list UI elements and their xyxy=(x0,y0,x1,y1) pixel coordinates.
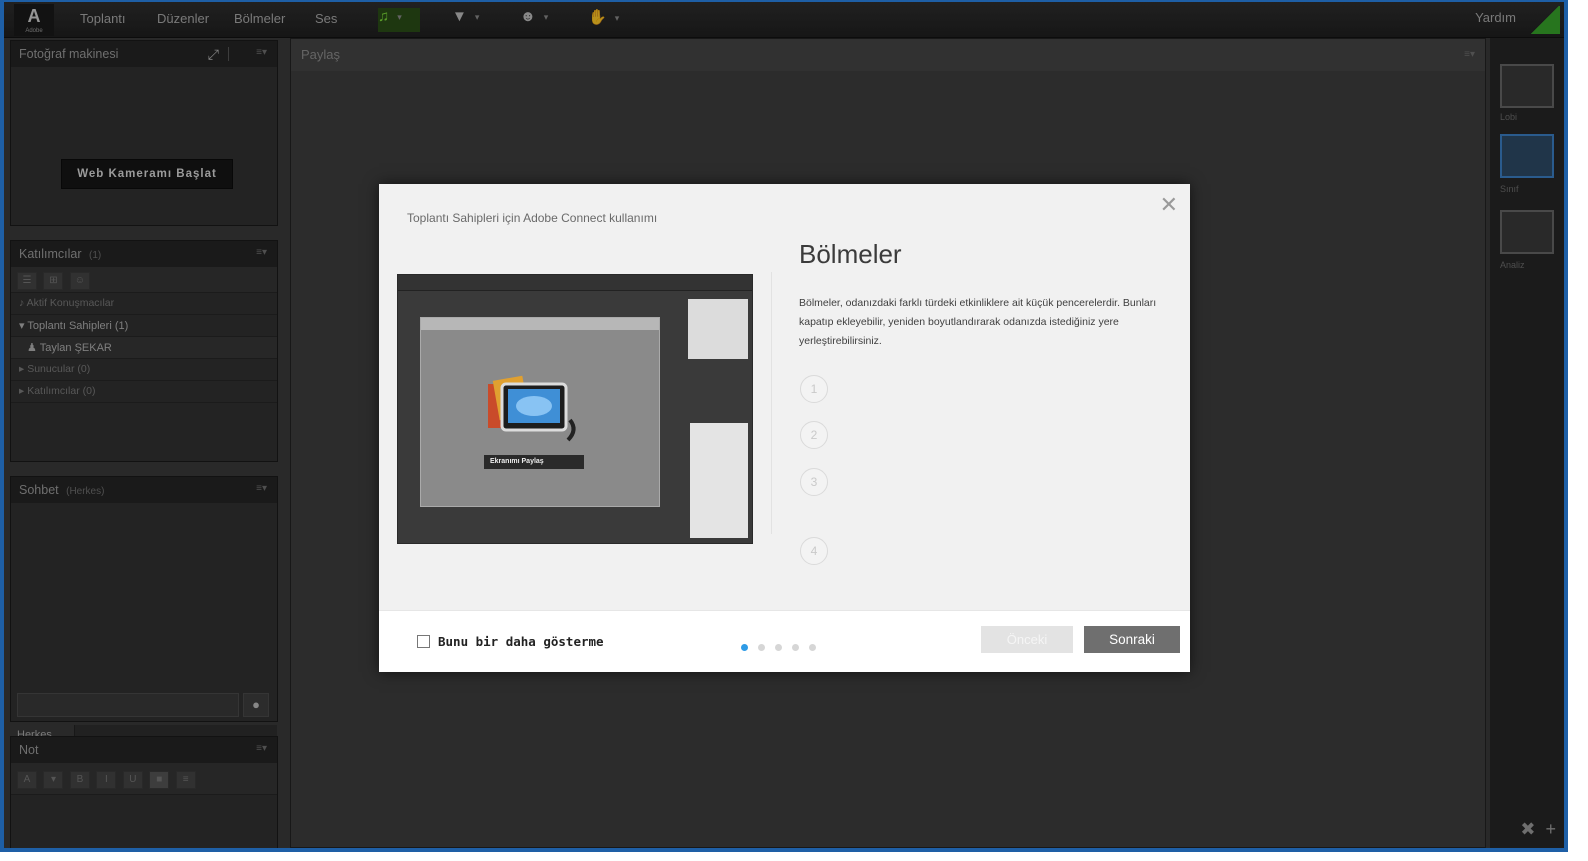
pods-illustration: Ekranımı Paylaş xyxy=(397,274,753,544)
next-button[interactable]: Sonraki xyxy=(1084,626,1180,653)
dont-show-label[interactable]: Bunu bir daha gösterme xyxy=(438,634,604,649)
dialog-body: Bölmeler, odanızdaki farklı türdeki etki… xyxy=(799,297,1157,347)
step-4: 4 xyxy=(800,537,828,565)
page-indicator xyxy=(741,638,826,656)
illustration-share-header xyxy=(421,318,659,330)
page-dot[interactable] xyxy=(775,644,782,651)
dont-show-checkbox[interactable] xyxy=(417,635,430,648)
page-dot[interactable] xyxy=(792,644,799,651)
page-dot[interactable] xyxy=(758,644,765,651)
dialog-divider xyxy=(771,272,772,534)
previous-button[interactable]: Önceki xyxy=(981,626,1073,653)
onboarding-dialog: ✕ Toplantı Sahipleri için Adobe Connect … xyxy=(379,184,1190,672)
step-2: 2 xyxy=(800,421,828,449)
illustration-attendees-pod xyxy=(688,299,748,359)
dialog-subtitle: Toplantı Sahipleri için Adobe Connect ku… xyxy=(407,211,658,225)
illustration-chat-pod xyxy=(690,423,748,538)
dialog-footer: Bunu bir daha gösterme Önceki Sonraki xyxy=(379,610,1190,672)
page-dot[interactable] xyxy=(741,644,748,651)
illustration-menubar xyxy=(398,275,752,291)
dialog-title: Bölmeler xyxy=(799,239,902,269)
monitor-icon xyxy=(488,375,576,442)
illustration-share-button: Ekranımı Paylaş xyxy=(484,455,584,469)
close-icon[interactable]: ✕ xyxy=(1160,192,1178,218)
step-3: 3 xyxy=(800,468,828,496)
step-1: 1 xyxy=(800,375,828,403)
page-dot[interactable] xyxy=(809,644,816,651)
